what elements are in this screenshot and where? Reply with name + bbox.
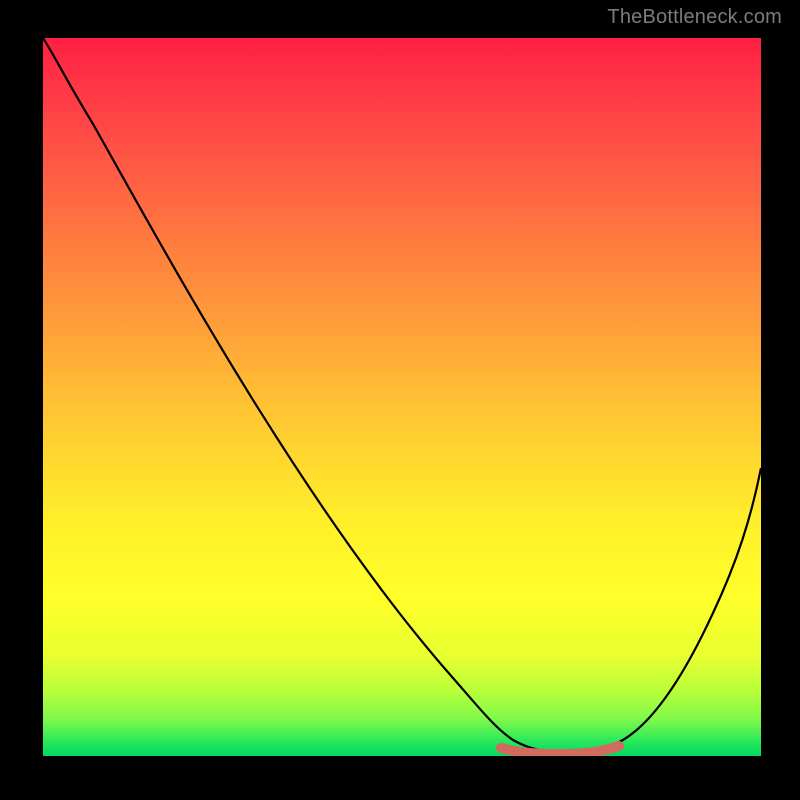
watermark-text: TheBottleneck.com	[607, 6, 782, 29]
flat-region-highlight	[501, 746, 619, 754]
chart-container: { "watermark": "TheBottleneck.com", "cha…	[0, 0, 800, 800]
bottleneck-curve	[43, 38, 761, 752]
plot-area	[43, 38, 761, 756]
curve-layer	[43, 38, 761, 756]
